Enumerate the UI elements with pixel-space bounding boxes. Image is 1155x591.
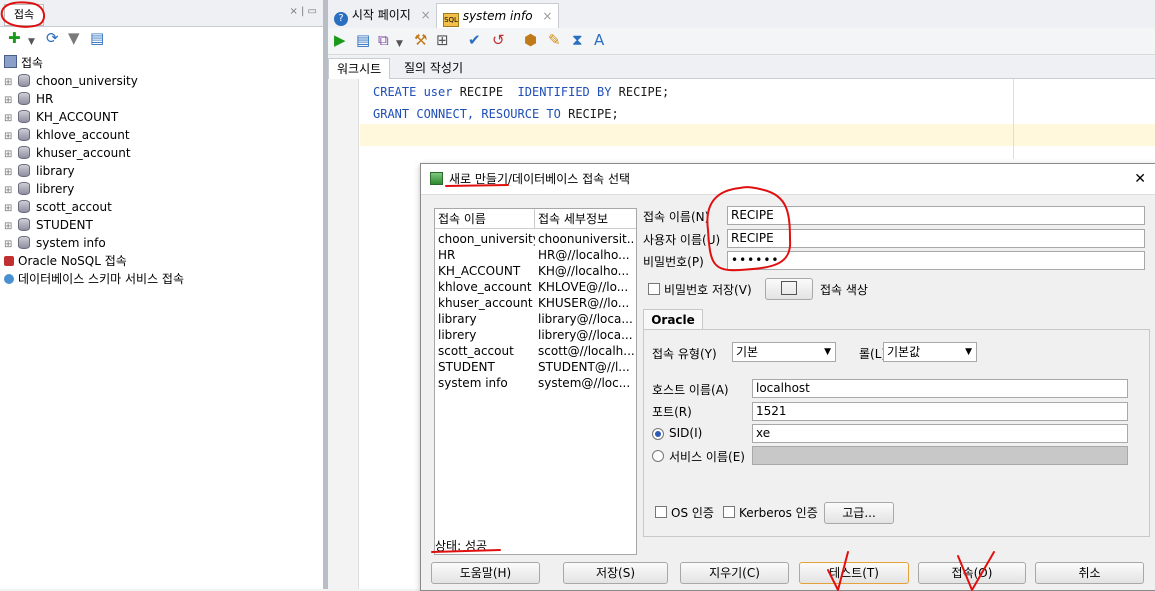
annotation-check-test	[827, 551, 849, 591]
annotation-underline-status	[431, 549, 501, 553]
annotation-check-connect	[957, 551, 995, 591]
annotation-circle-credentials	[706, 186, 792, 272]
annotation-underline-title	[445, 184, 509, 187]
annotation-circle-connections-tab	[0, 1, 46, 28]
hand-drawn-annotations	[0, 1, 995, 591]
